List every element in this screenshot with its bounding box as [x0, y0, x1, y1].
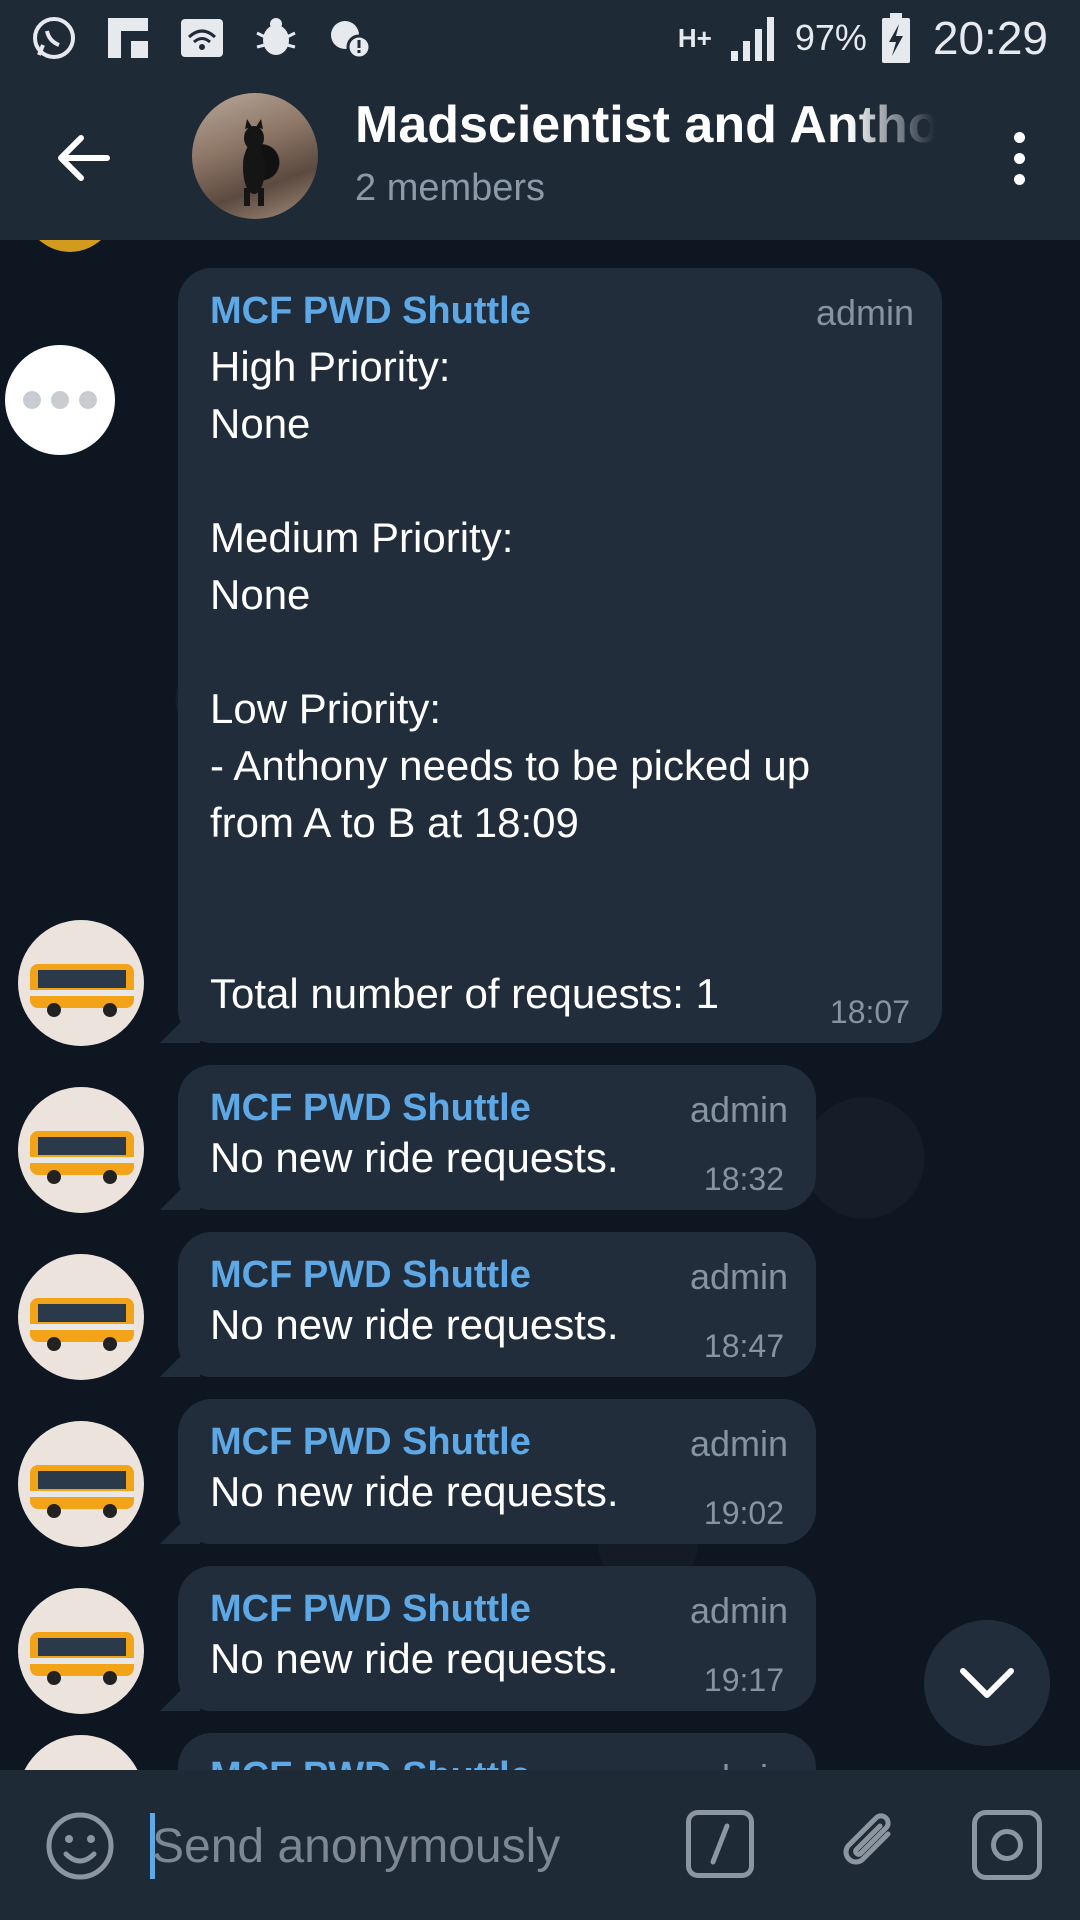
kebab-dot-icon — [1013, 152, 1025, 164]
message-bubble[interactable]: MCF PWD Shuttle admin No new ride reques… — [178, 1566, 816, 1711]
network-type: H+ — [677, 22, 712, 53]
bus-icon — [30, 1298, 134, 1351]
dot-icon — [79, 391, 97, 409]
admin-badge: admin — [689, 1256, 788, 1297]
bot-avatar[interactable] — [18, 1087, 144, 1213]
message-bubble[interactable]: MCF PWD Shuttle admin No new ride reques… — [178, 1399, 816, 1544]
message-bubble[interactable]: MCF PWD Shuttle admin — [178, 1733, 816, 1770]
system-status: H+ 97% 20:29 — [675, 0, 1048, 75]
bus-icon — [30, 1131, 134, 1184]
emoji-button[interactable] — [44, 1810, 116, 1882]
message-list[interactable]: MCF PWD Shuttle admin High Priority: Non… — [0, 240, 1080, 1770]
message-text: No new ride requests. — [210, 1134, 619, 1181]
bus-icon — [30, 1632, 134, 1685]
scroll-to-bottom-button[interactable] — [924, 1620, 1050, 1746]
status-time: 20:29 — [932, 11, 1048, 64]
dot-icon — [23, 391, 41, 409]
group-avatar[interactable] — [192, 93, 318, 219]
message-time: 18:32 — [703, 1161, 784, 1197]
message-bubble[interactable]: MCF PWD Shuttle admin High Priority: Non… — [178, 268, 942, 1043]
typing-indicator-button[interactable] — [5, 345, 115, 455]
bot-avatar[interactable] — [18, 1588, 144, 1714]
location-alert-icon — [326, 14, 374, 62]
sender-name[interactable]: MCF PWD Shuttle — [210, 1087, 531, 1130]
signal-icon — [730, 16, 774, 61]
bus-icon — [30, 1465, 134, 1518]
bot-avatar[interactable] — [18, 1735, 144, 1770]
message-input[interactable] — [152, 1806, 652, 1886]
admin-badge: admin — [689, 1590, 788, 1631]
bot-avatar[interactable] — [18, 920, 144, 1046]
dot-icon — [51, 391, 69, 409]
bus-icon — [30, 964, 134, 1017]
message-time: 18:07 — [829, 994, 910, 1030]
battery-charging-icon — [881, 12, 910, 63]
message-composer — [0, 1770, 1080, 1920]
bot-commands-button[interactable] — [686, 1810, 754, 1878]
smiley-icon — [46, 1812, 114, 1880]
sender-name[interactable]: MCF PWD Shuttle — [210, 1755, 531, 1770]
bot-avatar[interactable] — [18, 1421, 144, 1547]
message-text: No new ride requests. — [210, 1301, 619, 1348]
attach-button[interactable] — [830, 1804, 910, 1884]
camera-lens-icon — [991, 1829, 1023, 1861]
admin-badge: admin — [689, 1089, 788, 1130]
chat-header: Madscientist and Anthony 2 members — [0, 75, 1080, 240]
admin-badge: admin — [689, 1423, 788, 1464]
message-text: No new ride requests. — [210, 1635, 619, 1682]
admin-badge: admin — [815, 292, 914, 333]
chat-title: Madscientist and Anthony — [355, 96, 935, 154]
message-time: 18:47 — [703, 1328, 784, 1364]
back-arrow-icon — [58, 135, 110, 181]
paperclip-icon — [843, 1813, 891, 1865]
wifi-calling-icon — [178, 14, 226, 62]
kebab-dot-icon — [1013, 173, 1025, 185]
kebab-dot-icon — [1013, 131, 1025, 143]
battery-percent: 97% — [794, 16, 867, 58]
notification-icons — [30, 14, 374, 62]
whatsapp-icon — [30, 14, 78, 62]
sender-name[interactable]: MCF PWD Shuttle — [210, 1421, 531, 1464]
bus-icon — [18, 1735, 144, 1770]
message-bubble[interactable]: MCF PWD Shuttle admin No new ride reques… — [178, 1065, 816, 1210]
slash-icon — [710, 1823, 730, 1865]
back-button[interactable] — [50, 125, 116, 191]
bug-icon — [252, 14, 300, 62]
message-text: No new ride requests. — [210, 1468, 619, 1515]
bot-avatar[interactable] — [20, 240, 120, 252]
status-bar: H+ 97% 20:29 — [0, 0, 1080, 75]
sender-name[interactable]: MCF PWD Shuttle — [210, 290, 531, 333]
cat-photo-icon — [243, 119, 265, 206]
message-bubble[interactable]: MCF PWD Shuttle admin No new ride reques… — [178, 1232, 816, 1377]
message-time: 19:02 — [703, 1495, 784, 1531]
flipboard-icon — [104, 14, 152, 62]
admin-badge: admin — [690, 1757, 788, 1770]
message-text: High Priority: None Medium Priority: Non… — [210, 343, 811, 1017]
message-time: 19:17 — [703, 1662, 784, 1698]
bot-avatar[interactable] — [18, 1254, 144, 1380]
sender-name[interactable]: MCF PWD Shuttle — [210, 1588, 531, 1631]
camera-button[interactable] — [972, 1810, 1042, 1880]
more-options-button[interactable] — [994, 123, 1044, 193]
member-count: 2 members — [355, 167, 546, 209]
chevron-down-icon — [960, 1668, 1014, 1698]
sender-name[interactable]: MCF PWD Shuttle — [210, 1254, 531, 1297]
